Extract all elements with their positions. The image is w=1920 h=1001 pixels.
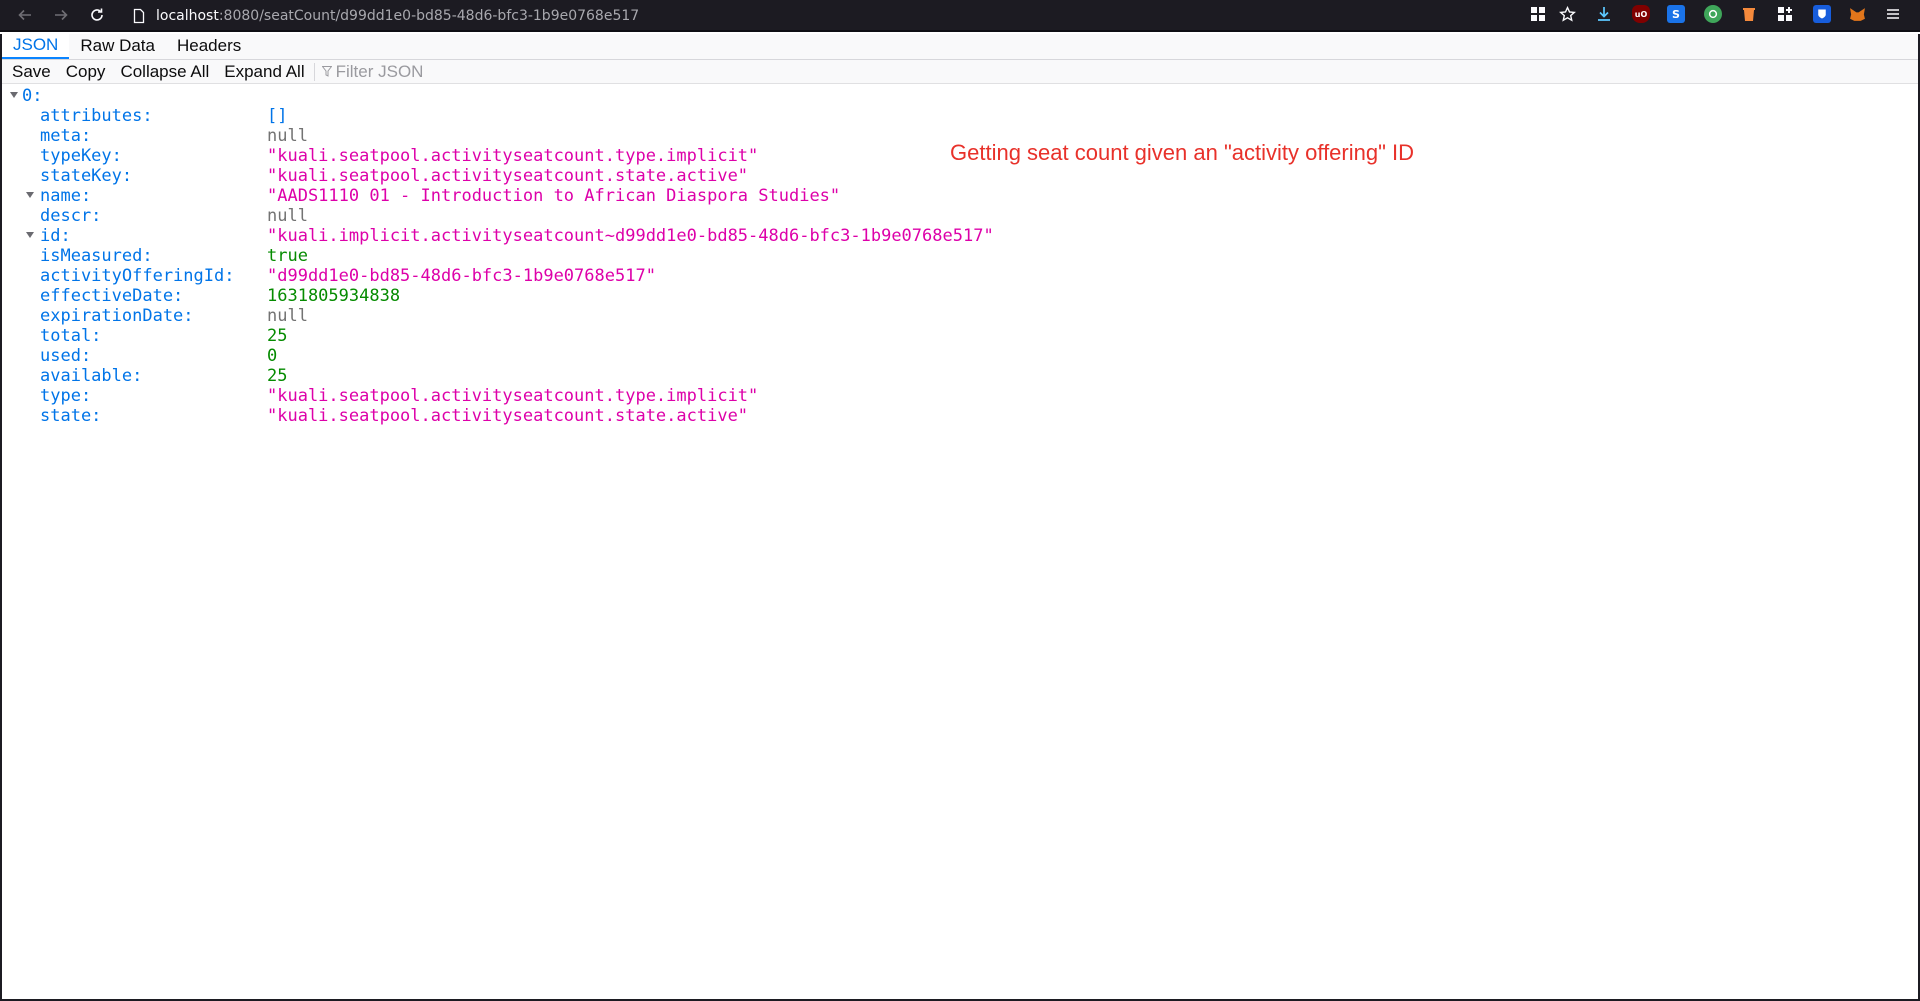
tree-value: 25 <box>267 326 288 346</box>
tree-row[interactable]: state: "kuali.seatpool.activityseatcount.… <box>2 406 1918 426</box>
tree-value: "kuali.implicit.activityseatcount~d99dd1… <box>267 226 994 246</box>
tab-headers[interactable]: Headers <box>166 33 252 59</box>
tree-value: "kuali.seatpool.activityseatcount.state.… <box>267 406 749 426</box>
tree-value: 0 <box>267 346 278 366</box>
viewer-tabs: JSON Raw Data Headers <box>2 33 1918 60</box>
tree-key: typeKey: <box>40 146 122 166</box>
tree-key: total: <box>40 326 102 346</box>
extensions-icon[interactable] <box>1776 5 1794 23</box>
tree-value: "kuali.seatpool.activityseatcount.state.… <box>267 166 749 186</box>
stylus-icon[interactable]: S <box>1667 5 1685 23</box>
tree-row[interactable]: stateKey: "kuali.seatpool.activityseatcou… <box>2 166 1918 186</box>
menu-hamburger-icon[interactable] <box>1884 5 1902 23</box>
twisty-expanded-icon[interactable] <box>26 192 34 198</box>
refresh-extension-icon[interactable] <box>1704 5 1722 23</box>
expand-all-button[interactable]: Expand All <box>214 62 309 82</box>
tree-row[interactable]: id: "kuali.implicit.activityseatcount~d99… <box>2 226 1918 246</box>
tree-row[interactable]: descr: null <box>2 206 1918 226</box>
tab-raw-data[interactable]: Raw Data <box>69 33 166 59</box>
tree-key: stateKey: <box>40 166 133 186</box>
tree-key: name: <box>40 186 92 206</box>
tree-value: "d99dd1e0-bd85-48d6-bfc3-1b9e0768e517" <box>267 266 656 286</box>
back-button[interactable] <box>10 2 40 28</box>
metamask-fox-icon[interactable] <box>1848 5 1866 23</box>
twisty-expanded-icon[interactable] <box>10 92 18 98</box>
tree-root-row[interactable]: 0: <box>2 86 1918 106</box>
browser-toolbar: localhost:8080/seatCount/d99dd1e0-bd85-4… <box>0 0 1920 32</box>
tree-value: 1631805934838 <box>267 286 401 306</box>
bitwarden-icon[interactable] <box>1813 5 1831 23</box>
tree-row[interactable]: name: "AADS1110 01 - Introduction to Afri… <box>2 186 1918 206</box>
tree-value: null <box>267 206 308 226</box>
tree-row[interactable]: attributes: [] <box>2 106 1918 126</box>
tree-root-key: 0: <box>22 86 43 106</box>
reload-icon <box>91 8 103 21</box>
twisty-expanded-icon[interactable] <box>26 232 34 238</box>
tree-value: "kuali.seatpool.activityseatcount.type.i… <box>267 146 759 166</box>
page-icon <box>133 8 145 23</box>
tree-key: descr: <box>40 206 102 226</box>
tree-key: available: <box>40 366 143 386</box>
viewer-toolbar: Save Copy Collapse All Expand All Filter… <box>2 60 1918 84</box>
tree-row[interactable]: available: 25 <box>2 366 1918 386</box>
filter-placeholder: Filter JSON <box>335 61 424 81</box>
tree-row[interactable]: expirationDate: null <box>2 306 1918 326</box>
tree-value: "kuali.seatpool.activityseatcount.type.i… <box>267 386 759 406</box>
json-tree: 0: attributes: [] meta: null typeKey: "kuali.… <box>2 86 1918 426</box>
tree-row[interactable]: used: 0 <box>2 346 1918 366</box>
filter-json-input[interactable]: Filter JSON <box>321 61 424 82</box>
reload-button[interactable] <box>82 2 112 28</box>
copy-button[interactable]: Copy <box>56 62 111 82</box>
url-text: localhost:8080/seatCount/d99dd1e0-bd85-4… <box>156 7 640 24</box>
tab-json[interactable]: JSON <box>2 33 70 59</box>
collapse-all-button[interactable]: Collapse All <box>110 62 214 82</box>
tree-key: attributes: <box>40 106 153 126</box>
tree-value: true <box>267 246 308 266</box>
tree-row[interactable]: activityOfferingId: "d99dd1e0-bd85-48d6-b… <box>2 266 1918 286</box>
tree-row[interactable]: total: 25 <box>2 326 1918 346</box>
url-bar[interactable]: localhost:8080/seatCount/d99dd1e0-bd85-4… <box>124 3 1524 28</box>
tree-row[interactable]: effectiveDate: 1631805934838 <box>2 286 1918 306</box>
tree-row[interactable]: type: "kuali.seatpool.activityseatcount.t… <box>2 386 1918 406</box>
tree-value: 25 <box>267 366 288 386</box>
tree-key: type: <box>40 386 92 406</box>
tree-key: used: <box>40 346 92 366</box>
tree-key: expirationDate: <box>40 306 194 326</box>
tree-value: [] <box>267 106 288 126</box>
download-icon[interactable] <box>1595 5 1613 23</box>
tree-value: "AADS1110 01 - Introduction to African D… <box>267 186 841 206</box>
arrow-left-icon <box>18 9 31 21</box>
ublock-icon[interactable]: uO <box>1632 5 1650 23</box>
arrow-right-icon <box>55 9 68 21</box>
tree-key: state: <box>40 406 102 426</box>
grid-icon[interactable] <box>1529 5 1547 23</box>
tree-key: activityOfferingId: <box>40 266 235 286</box>
trash-extension-icon[interactable] <box>1740 5 1758 23</box>
tree-row[interactable]: isMeasured: true <box>2 246 1918 266</box>
tree-key: effectiveDate: <box>40 286 184 306</box>
tree-key: id: <box>40 226 71 246</box>
annotation-text: Getting seat count given an "activity of… <box>950 140 1415 165</box>
filter-icon <box>321 66 332 77</box>
tree-value: null <box>267 306 308 326</box>
bookmark-star-icon[interactable] <box>1558 5 1576 23</box>
tree-key: meta: <box>40 126 92 146</box>
json-viewer: JSON Raw Data Headers Save Copy Collapse… <box>0 33 1920 1001</box>
tree-value: null <box>267 126 308 146</box>
toolbar-divider <box>313 62 315 81</box>
tree-key: isMeasured: <box>40 246 153 266</box>
save-button[interactable]: Save <box>2 62 56 82</box>
forward-button[interactable] <box>46 2 76 28</box>
